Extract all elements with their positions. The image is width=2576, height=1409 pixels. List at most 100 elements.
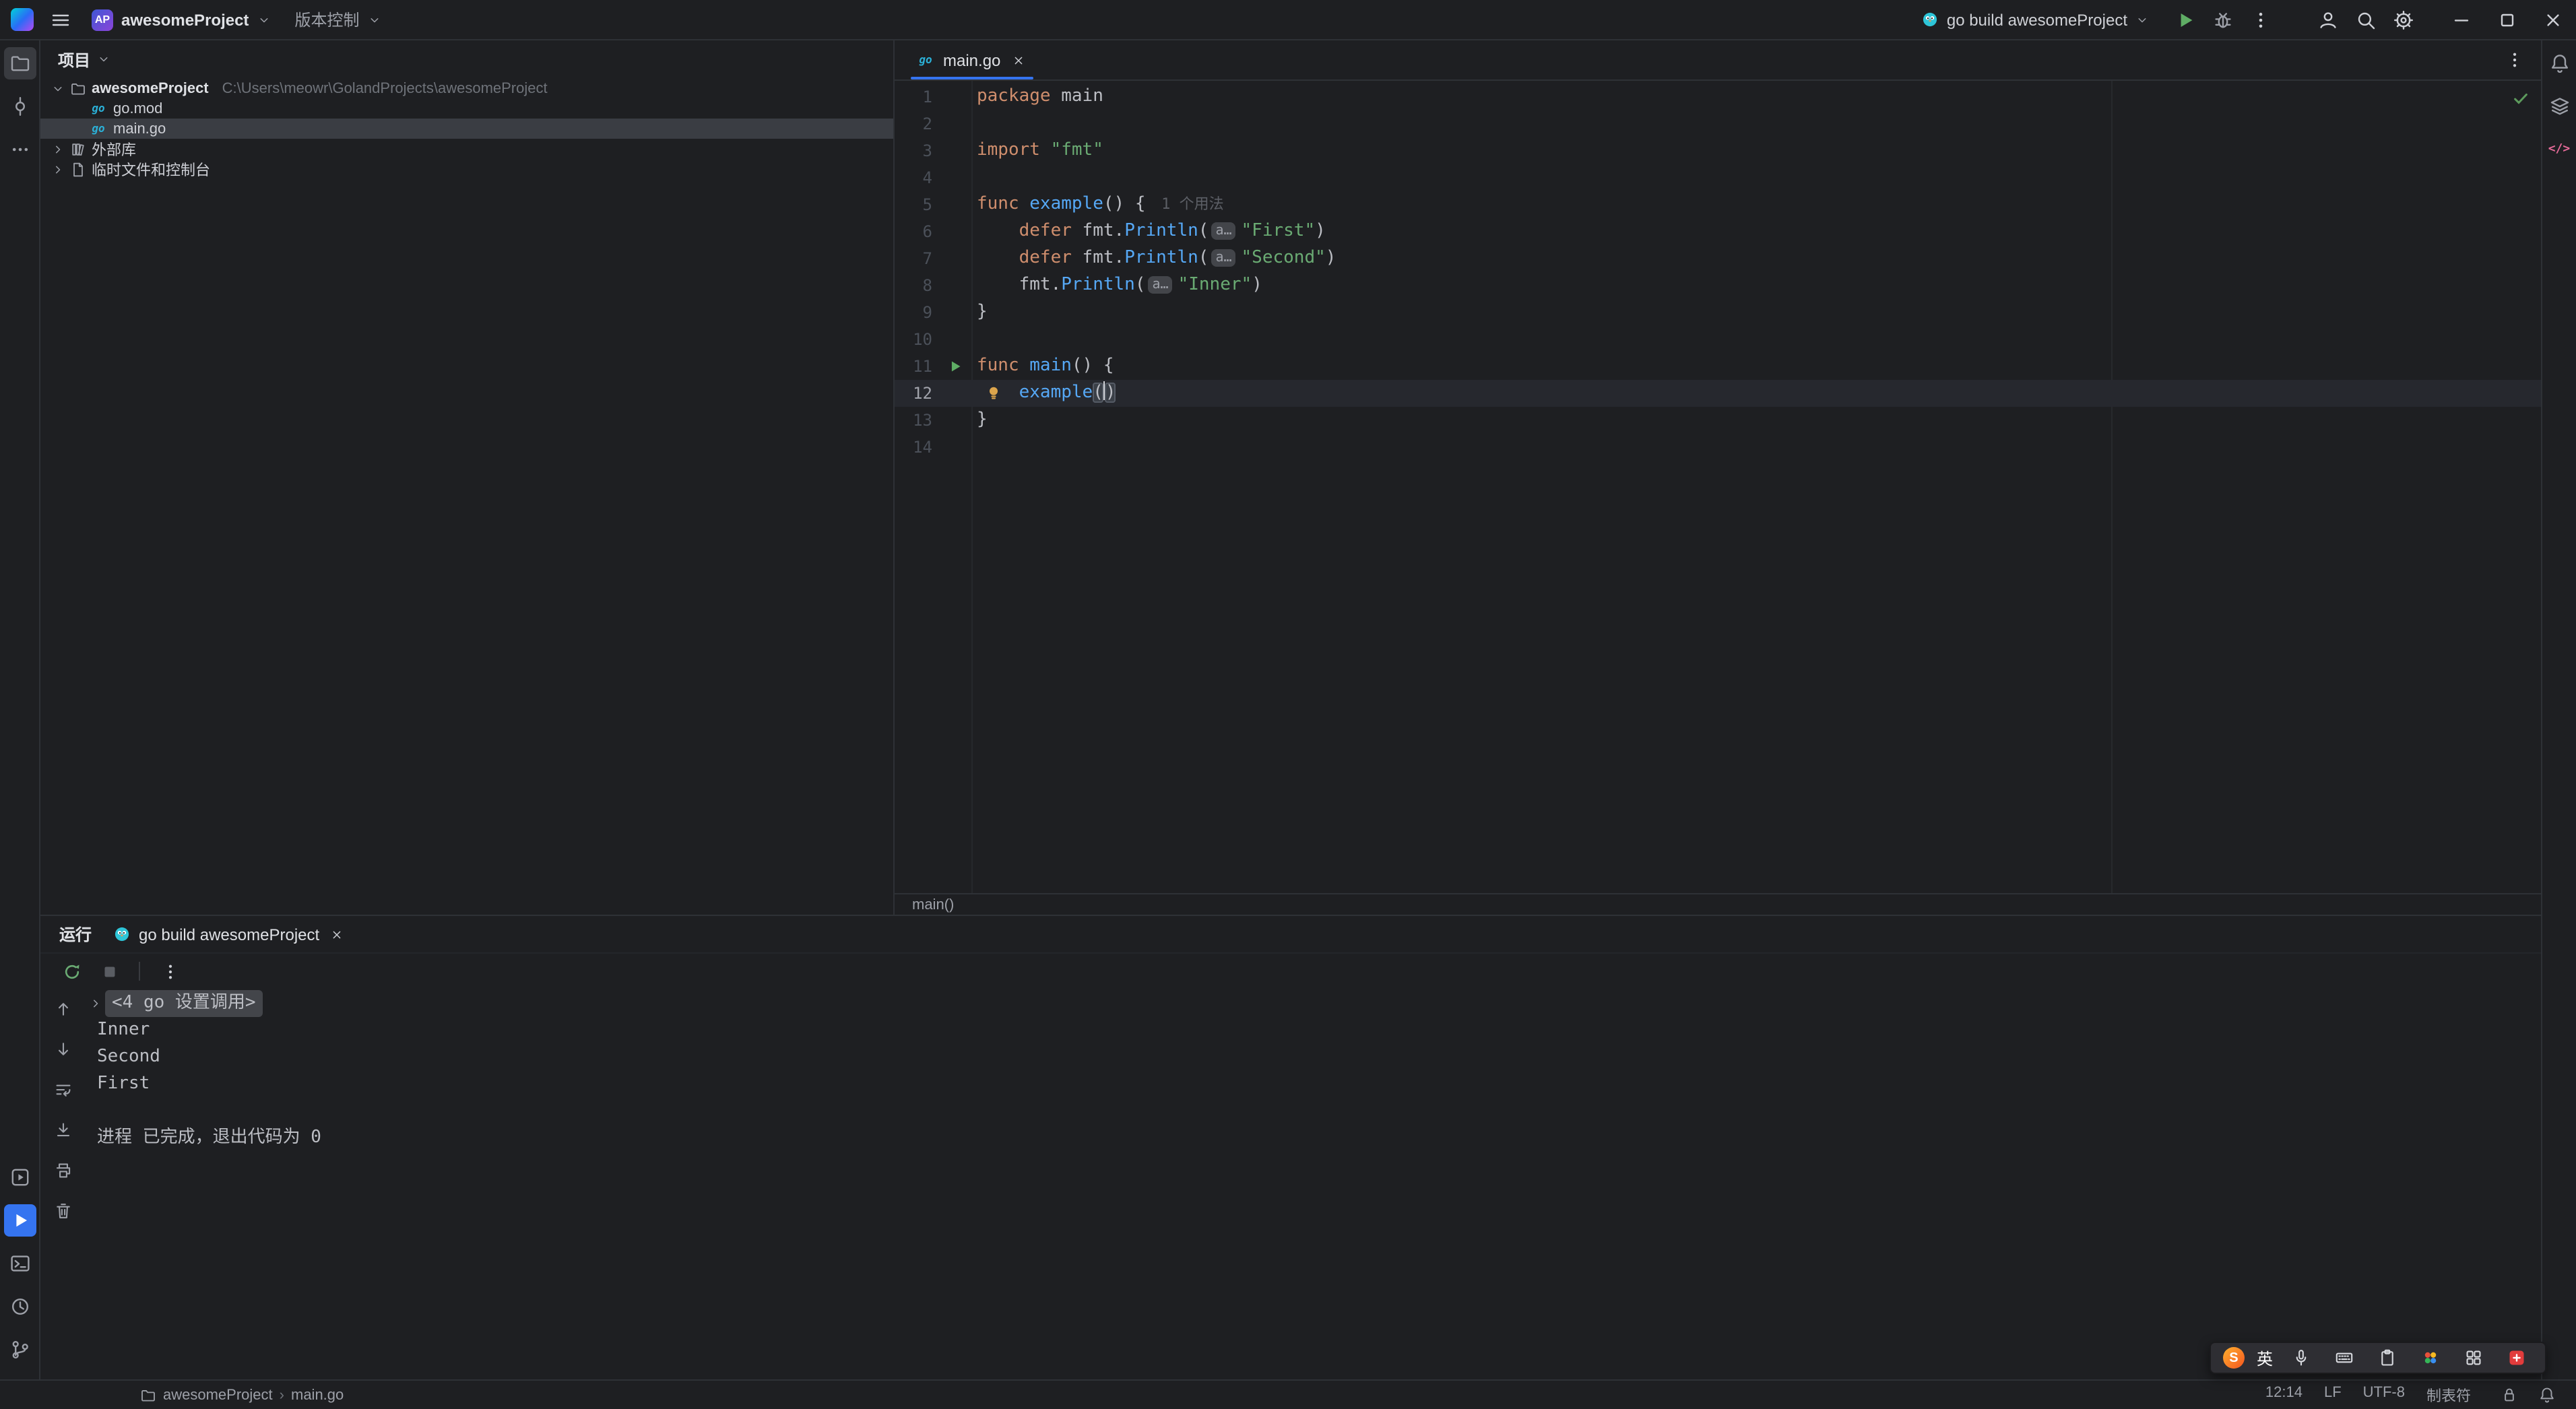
layers-button[interactable] — [2543, 90, 2575, 123]
run-tool-button[interactable] — [3, 1204, 36, 1237]
toolbox-button[interactable] — [2501, 1342, 2533, 1374]
cursor-position[interactable]: 12:14 — [2265, 1384, 2303, 1406]
run-tab[interactable]: go build awesomeProject — [113, 925, 346, 944]
close-button[interactable] — [2530, 0, 2576, 40]
close-icon — [330, 927, 344, 941]
commit-button[interactable] — [3, 90, 36, 123]
usage-hint[interactable]: 1 个用法 — [1161, 195, 1224, 213]
minimize-icon — [2451, 9, 2472, 30]
more-vertical-button[interactable] — [154, 955, 186, 987]
project-folder-button[interactable] — [3, 47, 36, 79]
debug-button[interactable] — [2207, 3, 2239, 36]
ai-code-button[interactable]: </> — [2543, 133, 2575, 166]
console-output[interactable]: <4 go 设置调用> Inner Second First 进程 已完成，退出代码为… — [86, 989, 2541, 1379]
close-run-tab-button[interactable] — [327, 925, 346, 944]
notifications-button[interactable] — [2543, 47, 2575, 79]
code-line-9[interactable]: 9} — [895, 299, 2541, 326]
print-button[interactable] — [47, 1154, 79, 1187]
code-line-1[interactable]: 1 package main — [895, 84, 2541, 110]
more-vertical-button[interactable] — [2245, 3, 2277, 36]
mic-button[interactable] — [2285, 1342, 2317, 1374]
run-button[interactable] — [2169, 3, 2201, 36]
down-button[interactable] — [47, 1033, 79, 1066]
statusbar-file[interactable]: main.go — [291, 1387, 344, 1403]
git-branch-button[interactable] — [3, 1334, 36, 1366]
project-panel-header[interactable]: 项目 — [40, 40, 893, 78]
maximize-button[interactable] — [2484, 0, 2530, 40]
run-gutter-button[interactable] — [946, 358, 963, 374]
console-fold-line[interactable]: <4 go 设置调用> — [86, 990, 2541, 1017]
run-tool-window: 运行 go build awesomeProject <4 go 设置调用> I… — [40, 915, 2541, 1379]
notifications-button[interactable] — [2530, 1379, 2563, 1409]
code-line-14[interactable]: 14 — [895, 434, 2541, 461]
user-button[interactable] — [2312, 3, 2344, 36]
scroll-end-button[interactable] — [47, 1114, 79, 1146]
code-line-6[interactable]: 6 defer fmt.Println(a… "First") — [895, 218, 2541, 245]
stop-button[interactable] — [93, 955, 125, 987]
lock-button[interactable] — [2492, 1379, 2525, 1409]
terminal-button[interactable] — [3, 1247, 36, 1280]
code-area[interactable]: 1 package main 2 3 import "fmt" 4 5 func exampl… — [895, 84, 2541, 461]
editor-tab-main-go[interactable]: go main.go — [903, 40, 1041, 79]
code-line-2[interactable]: 2 — [895, 110, 2541, 137]
code-line-10[interactable]: 10 — [895, 326, 2541, 353]
more-horizontal-button[interactable] — [3, 133, 36, 166]
folded-command[interactable]: <4 go 设置调用> — [105, 990, 263, 1017]
history-button[interactable] — [3, 1290, 36, 1323]
editor-tabbar: go main.go — [895, 40, 2541, 81]
project-widget[interactable]: AP awesomeProject — [82, 3, 280, 36]
code-line-12[interactable]: 12 example() — [895, 380, 2541, 407]
close-tab-button[interactable] — [1008, 51, 1027, 69]
clipboard-button[interactable] — [2371, 1342, 2404, 1374]
chevron-right-icon[interactable] — [51, 162, 65, 176]
sogou-icon[interactable]: S — [2222, 1347, 2245, 1369]
code-line-11[interactable]: 11 func main() { — [895, 353, 2541, 380]
code-line-13[interactable]: 13} — [895, 407, 2541, 434]
vcs-widget[interactable]: 版本控制 — [285, 3, 390, 36]
statusbar-project[interactable]: awesomeProject — [163, 1387, 273, 1403]
code-line-5[interactable]: 5 func example() { 1 个用法 — [895, 191, 2541, 218]
run-config-widget[interactable]: go build awesomeProject — [1912, 3, 2158, 36]
keyboard-button[interactable] — [2328, 1342, 2360, 1374]
indent-style[interactable]: 制表符 — [2426, 1384, 2471, 1406]
line-separator[interactable]: LF — [2324, 1384, 2342, 1406]
clear-button[interactable] — [47, 1195, 79, 1227]
tree-item-main.go[interactable]: go main.go — [40, 119, 893, 139]
file-encoding[interactable]: UTF-8 — [2363, 1384, 2405, 1406]
minimize-button[interactable] — [2439, 0, 2484, 40]
grid-button[interactable] — [2457, 1342, 2490, 1374]
down-icon — [54, 1040, 73, 1059]
settings-button[interactable] — [2387, 3, 2420, 36]
breadcrumb-main[interactable]: main() — [912, 896, 954, 913]
chevron-right-icon[interactable] — [51, 142, 65, 156]
project-folder-icon — [140, 1387, 156, 1403]
tree-item-awesomeProject[interactable]: awesomeProject C:\Users\meowr\GolandProje… — [40, 78, 893, 98]
more-vertical-icon — [2250, 9, 2272, 30]
breadcrumb-separator: › — [279, 1387, 284, 1403]
rerun-button[interactable] — [55, 955, 88, 987]
services-icon — [9, 1167, 30, 1188]
soft-wrap-button[interactable] — [47, 1074, 79, 1106]
tree-item-临时文件和控制台[interactable]: 临时文件和控制台 — [40, 159, 893, 179]
code-line-7[interactable]: 7 defer fmt.Println(a… "Second") — [895, 245, 2541, 272]
ime-language[interactable]: 英 — [2257, 1346, 2273, 1369]
run-toolbar — [40, 954, 2541, 989]
soft-wrap-icon — [54, 1080, 73, 1099]
tree-item-go.mod[interactable]: go go.mod — [40, 98, 893, 119]
main-menu-button[interactable] — [44, 3, 77, 36]
run-icon — [2175, 9, 2196, 30]
editor-options-button[interactable] — [2498, 44, 2530, 76]
code-line-8[interactable]: 8 fmt.Println(a… "Inner") — [895, 272, 2541, 299]
editor-body[interactable]: 1 package main 2 3 import "fmt" 4 5 func exampl… — [895, 81, 2541, 893]
inspections-ok-icon[interactable] — [2511, 89, 2530, 108]
pinwheel-button[interactable] — [2414, 1342, 2447, 1374]
tree-item-外部库[interactable]: 外部库 — [40, 139, 893, 159]
up-button[interactable] — [47, 993, 79, 1025]
intention-bulb-icon[interactable] — [985, 384, 1002, 401]
line-number: 2 — [922, 114, 932, 133]
chevron-down-icon[interactable] — [51, 81, 65, 95]
code-line-3[interactable]: 3 import "fmt" — [895, 137, 2541, 164]
search-button[interactable] — [2350, 3, 2382, 36]
services-button[interactable] — [3, 1161, 36, 1193]
code-line-4[interactable]: 4 — [895, 164, 2541, 191]
